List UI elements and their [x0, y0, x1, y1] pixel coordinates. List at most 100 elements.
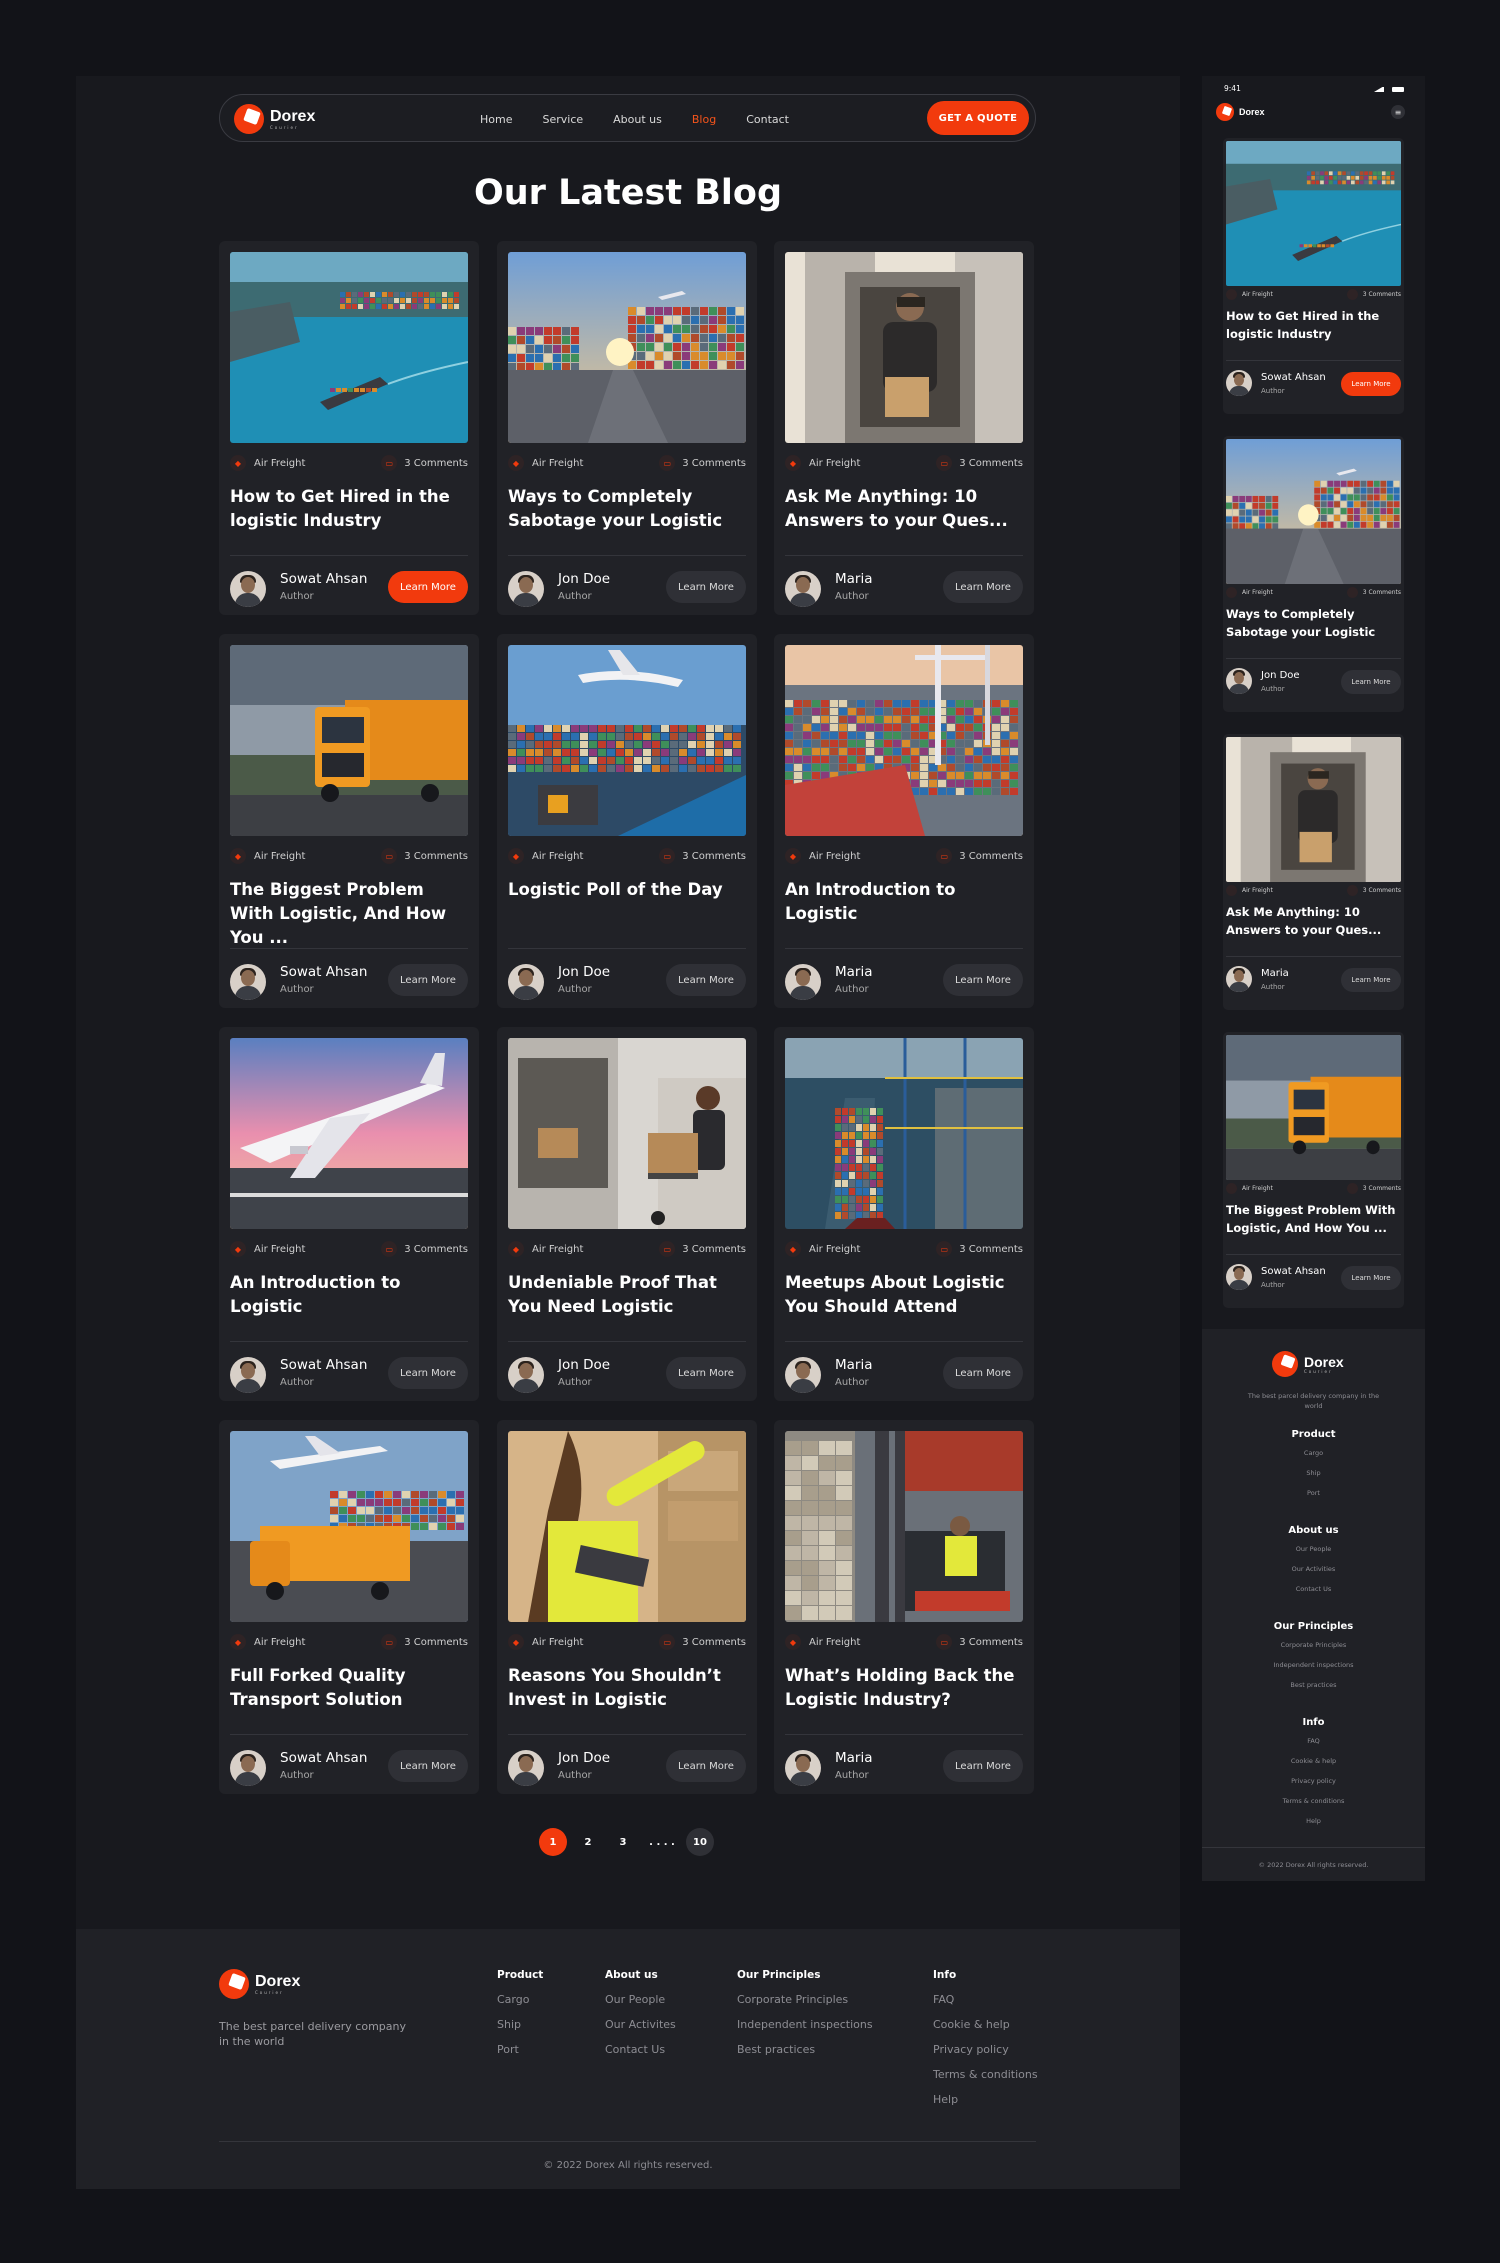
page-button-2[interactable]: 2 [574, 1828, 602, 1856]
blog-card-comments[interactable]: 3 Comments [682, 851, 746, 862]
blog-card-comments[interactable]: 3 Comments [404, 1637, 468, 1648]
nav-link-blog[interactable]: Blog [692, 113, 716, 126]
author-name[interactable]: Sowat Ahsan [1261, 1266, 1326, 1277]
blog-card-title[interactable]: What’s Holding Back the Logistic Industr… [785, 1664, 1025, 1712]
footer-link[interactable]: Terms & conditions [933, 2068, 1038, 2081]
mobile-blog-card-category[interactable]: Air Freight [1242, 589, 1273, 596]
mobile-blog-card[interactable]: Air Freight 3 Comments Ways to Completel… [1223, 436, 1404, 712]
author-name[interactable]: Jon Doe [558, 571, 610, 587]
author-name[interactable]: Sowat Ahsan [280, 571, 367, 587]
footer-link[interactable]: Independent inspections [737, 2018, 873, 2031]
blog-card-image[interactable] [785, 645, 1023, 836]
blog-card-image[interactable] [508, 1431, 746, 1622]
mobile-blog-card[interactable]: Air Freight 3 Comments Ask Me Anything: … [1223, 734, 1404, 1010]
blog-card-comments[interactable]: 3 Comments [404, 851, 468, 862]
author-name[interactable]: Sowat Ahsan [1261, 372, 1326, 383]
mobile-footer-link[interactable]: Ship [1202, 1469, 1425, 1477]
learn-more-button[interactable]: Learn More [388, 1750, 468, 1782]
blog-card[interactable]: ◆ Air Freight ▭ 3 Comments Full Forked Qua… [219, 1420, 479, 1794]
blog-card-title[interactable]: An Introduction to Logistic [230, 1271, 470, 1319]
author-name[interactable]: Maria [835, 1750, 873, 1766]
blog-card-category[interactable]: Air Freight [254, 1244, 305, 1255]
blog-card-image[interactable] [230, 1038, 468, 1229]
blog-card-comments[interactable]: 3 Comments [959, 1637, 1023, 1648]
blog-card-category[interactable]: Air Freight [809, 458, 860, 469]
mobile-footer-link[interactable]: Cookie & help [1202, 1757, 1425, 1765]
learn-more-button[interactable]: Learn More [943, 571, 1023, 603]
mobile-footer-link[interactable]: Help [1202, 1817, 1425, 1825]
blog-card-comments[interactable]: 3 Comments [682, 458, 746, 469]
page-button-1[interactable]: 1 [539, 1828, 567, 1856]
blog-card-category[interactable]: Air Freight [254, 458, 305, 469]
author-name[interactable]: Jon Doe [558, 1750, 610, 1766]
blog-card-image[interactable] [785, 252, 1023, 443]
learn-more-button[interactable]: Learn More [943, 964, 1023, 996]
blog-card-image[interactable] [508, 645, 746, 836]
blog-card-title[interactable]: An Introduction to Logistic [785, 878, 1025, 926]
mobile-footer-link[interactable]: Independent inspections [1202, 1661, 1425, 1669]
footer-link[interactable]: Our Activites [605, 2018, 676, 2031]
blog-card-comments[interactable]: 3 Comments [682, 1244, 746, 1255]
footer-link[interactable]: Our People [605, 1993, 676, 2006]
learn-more-button[interactable]: Learn More [666, 964, 746, 996]
blog-card-category[interactable]: Air Freight [254, 851, 305, 862]
blog-card-image[interactable] [785, 1038, 1023, 1229]
mobile-blog-card-image[interactable] [1226, 1035, 1401, 1180]
learn-more-button[interactable]: Learn More [388, 1357, 468, 1389]
blog-card[interactable]: ◆ Air Freight ▭ 3 Comments Meetups About L… [774, 1027, 1034, 1401]
mobile-footer-link[interactable]: FAQ [1202, 1737, 1425, 1745]
blog-card-title[interactable]: Meetups About Logistic You Should Attend [785, 1271, 1025, 1319]
blog-card-category[interactable]: Air Freight [532, 1637, 583, 1648]
learn-more-button[interactable]: Learn More [1341, 968, 1401, 992]
mobile-blog-card[interactable]: Air Freight 3 Comments How to Get Hired … [1223, 138, 1404, 414]
nav-link-about[interactable]: About us [613, 113, 662, 126]
blog-card-title[interactable]: The Biggest Problem With Logistic, And H… [230, 878, 470, 950]
mobile-footer-link[interactable]: Corporate Principles [1202, 1641, 1425, 1649]
blog-card-category[interactable]: Air Freight [532, 1244, 583, 1255]
blog-card-image[interactable] [230, 645, 468, 836]
get-quote-button[interactable]: GET A QUOTE [927, 101, 1029, 135]
blog-card-title[interactable]: Undeniable Proof That You Need Logistic [508, 1271, 748, 1319]
blog-card-category[interactable]: Air Freight [532, 458, 583, 469]
brand-logo[interactable]: Dorex Courier [234, 104, 315, 134]
blog-card[interactable]: ◆ Air Freight ▭ 3 Comments What’s Holding … [774, 1420, 1034, 1794]
blog-card-comments[interactable]: 3 Comments [404, 458, 468, 469]
blog-card-category[interactable]: Air Freight [809, 851, 860, 862]
mobile-blog-card-title[interactable]: Ask Me Anything: 10 Answers to your Ques… [1226, 903, 1404, 939]
blog-card-image[interactable] [785, 1431, 1023, 1622]
blog-card-title[interactable]: Ways to Completely Sabotage your Logisti… [508, 485, 748, 533]
mobile-footer-link[interactable]: Best practices [1202, 1681, 1425, 1689]
mobile-blog-card-title[interactable]: The Biggest Problem With Logistic, And H… [1226, 1201, 1404, 1237]
mobile-blog-card-comments[interactable]: 3 Comments [1363, 291, 1401, 298]
author-name[interactable]: Jon Doe [558, 1357, 610, 1373]
mobile-footer-logo[interactable]: Dorex Courier [1272, 1351, 1344, 1377]
mobile-blog-card-image[interactable] [1226, 439, 1401, 584]
nav-link-contact[interactable]: Contact [746, 113, 789, 126]
blog-card-image[interactable] [508, 252, 746, 443]
blog-card-category[interactable]: Air Freight [809, 1637, 860, 1648]
footer-link[interactable]: Corporate Principles [737, 1993, 873, 2006]
footer-link[interactable]: Port [497, 2043, 543, 2056]
footer-logo[interactable]: Dorex Courier [219, 1969, 300, 1999]
learn-more-button[interactable]: Learn More [1341, 1266, 1401, 1290]
blog-card-title[interactable]: Logistic Poll of the Day [508, 878, 748, 902]
blog-card-category[interactable]: Air Freight [809, 1244, 860, 1255]
menu-icon[interactable]: ≡ [1391, 105, 1405, 119]
author-name[interactable]: Maria [835, 1357, 873, 1373]
footer-link[interactable]: Cookie & help [933, 2018, 1038, 2031]
blog-card[interactable]: ◆ Air Freight ▭ 3 Comments An Introduction… [774, 634, 1034, 1008]
blog-card-category[interactable]: Air Freight [254, 1637, 305, 1648]
mobile-blog-card-title[interactable]: Ways to Completely Sabotage your Logisti… [1226, 605, 1404, 641]
page-button-3[interactable]: 3 [609, 1828, 637, 1856]
mobile-blog-card-comments[interactable]: 3 Comments [1363, 589, 1401, 596]
blog-card[interactable]: ◆ Air Freight ▭ 3 Comments The Biggest Pro… [219, 634, 479, 1008]
learn-more-button[interactable]: Learn More [388, 571, 468, 603]
footer-link[interactable]: Best practices [737, 2043, 873, 2056]
mobile-footer-link[interactable]: Terms & conditions [1202, 1797, 1425, 1805]
blog-card-comments[interactable]: 3 Comments [959, 1244, 1023, 1255]
blog-card-image[interactable] [230, 252, 468, 443]
learn-more-button[interactable]: Learn More [666, 1750, 746, 1782]
blog-card-title[interactable]: Reasons You Shouldn’t Invest in Logistic [508, 1664, 748, 1712]
author-name[interactable]: Maria [835, 571, 873, 587]
learn-more-button[interactable]: Learn More [666, 571, 746, 603]
